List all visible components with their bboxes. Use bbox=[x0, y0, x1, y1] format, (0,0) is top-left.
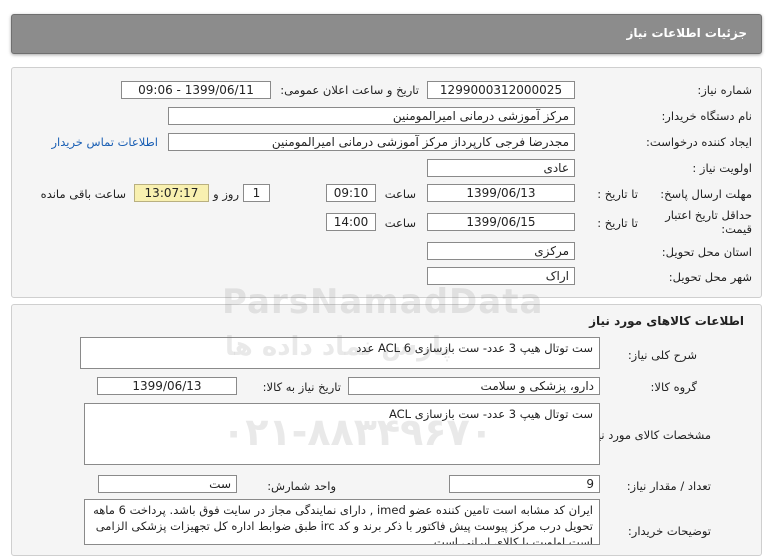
buyer-org-field: مرکز آموزشی درمانی امیرالمومنین bbox=[168, 107, 575, 125]
summary-field: ست توتال هیپ 3 عدد- ست بازسازی ACL 6 عدد bbox=[80, 337, 600, 369]
requester-label: ایجاد کننده درخواست: bbox=[646, 135, 752, 149]
buyer-notes-field: ایران کد مشابه است تامین کننده عضو imed … bbox=[84, 499, 600, 545]
province-label: استان محل تحویل: bbox=[661, 245, 752, 259]
province-field: مرکزی bbox=[427, 242, 575, 260]
goods-section-title: اطلاعات کالاهای مورد نیاز bbox=[589, 314, 744, 328]
remaining-days-field: 1 bbox=[243, 184, 270, 202]
unit-field: ست bbox=[98, 475, 237, 493]
page-header: جزئیات اطلاعات نیاز bbox=[11, 14, 762, 54]
announce-label: تاریخ و ساعت اعلان عمومی: bbox=[280, 83, 419, 97]
buyer-org-label: نام دستگاه خریدار: bbox=[661, 109, 752, 123]
specs-label: مشخصات کالای مورد نیاز: bbox=[584, 428, 711, 442]
announce-field: 1399/06/11 - 09:06 bbox=[121, 81, 271, 99]
min-validity-label: حداقل تاریخ اعتبار قیمت: bbox=[665, 208, 752, 236]
city-field: اراک bbox=[427, 267, 575, 285]
summary-label: شرح کلی نیاز: bbox=[627, 348, 697, 362]
validity-to-date-label: تا تاریخ : bbox=[597, 216, 638, 230]
validity-time-field: 14:00 bbox=[326, 213, 376, 231]
days-label: روز و bbox=[213, 187, 239, 201]
need-details-panel bbox=[11, 67, 762, 298]
goods-group-field: دارو، پزشکی و سلامت bbox=[348, 377, 600, 395]
buyer-contact-link[interactable]: اطلاعات تماس خریدار bbox=[51, 135, 158, 149]
remaining-time-field: 13:07:17 bbox=[134, 184, 209, 202]
need-date-label: تاریخ نیاز به کالا: bbox=[262, 380, 341, 394]
need-number-label: شماره نیاز: bbox=[697, 83, 752, 97]
need-date-field: 1399/06/13 bbox=[97, 377, 237, 395]
quantity-label: تعداد / مقدار نیاز: bbox=[626, 479, 711, 493]
need-number-field: 1299000312000025 bbox=[427, 81, 575, 99]
unit-label: واحد شمارش: bbox=[267, 479, 336, 493]
deadline-date-field: 1399/06/13 bbox=[427, 184, 575, 202]
page-title: جزئیات اطلاعات نیاز bbox=[626, 26, 747, 40]
priority-field: عادی bbox=[427, 159, 575, 177]
quantity-field: 9 bbox=[449, 475, 600, 493]
validity-date-field: 1399/06/15 bbox=[427, 213, 575, 231]
priority-label: اولویت نیاز : bbox=[692, 161, 752, 175]
deadline-time-field: 09:10 bbox=[326, 184, 376, 202]
deadline-label: مهلت ارسال پاسخ: bbox=[660, 187, 752, 201]
validity-time-label: ساعت bbox=[384, 216, 416, 230]
deadline-to-date-label: تا تاریخ : bbox=[597, 187, 638, 201]
remaining-time-label: ساعت باقی مانده bbox=[40, 187, 126, 201]
specs-field: ست توتال هیپ 3 عدد- ست بازسازی ACL bbox=[84, 403, 600, 465]
deadline-time-label: ساعت bbox=[384, 187, 416, 201]
buyer-notes-label: توضیحات خریدار: bbox=[627, 524, 711, 538]
city-label: شهر محل تحویل: bbox=[668, 270, 752, 284]
requester-field: مجدرضا فرجی کارپرداز مرکز آموزشی درمانی … bbox=[168, 133, 575, 151]
goods-group-label: گروه کالا: bbox=[650, 380, 697, 394]
